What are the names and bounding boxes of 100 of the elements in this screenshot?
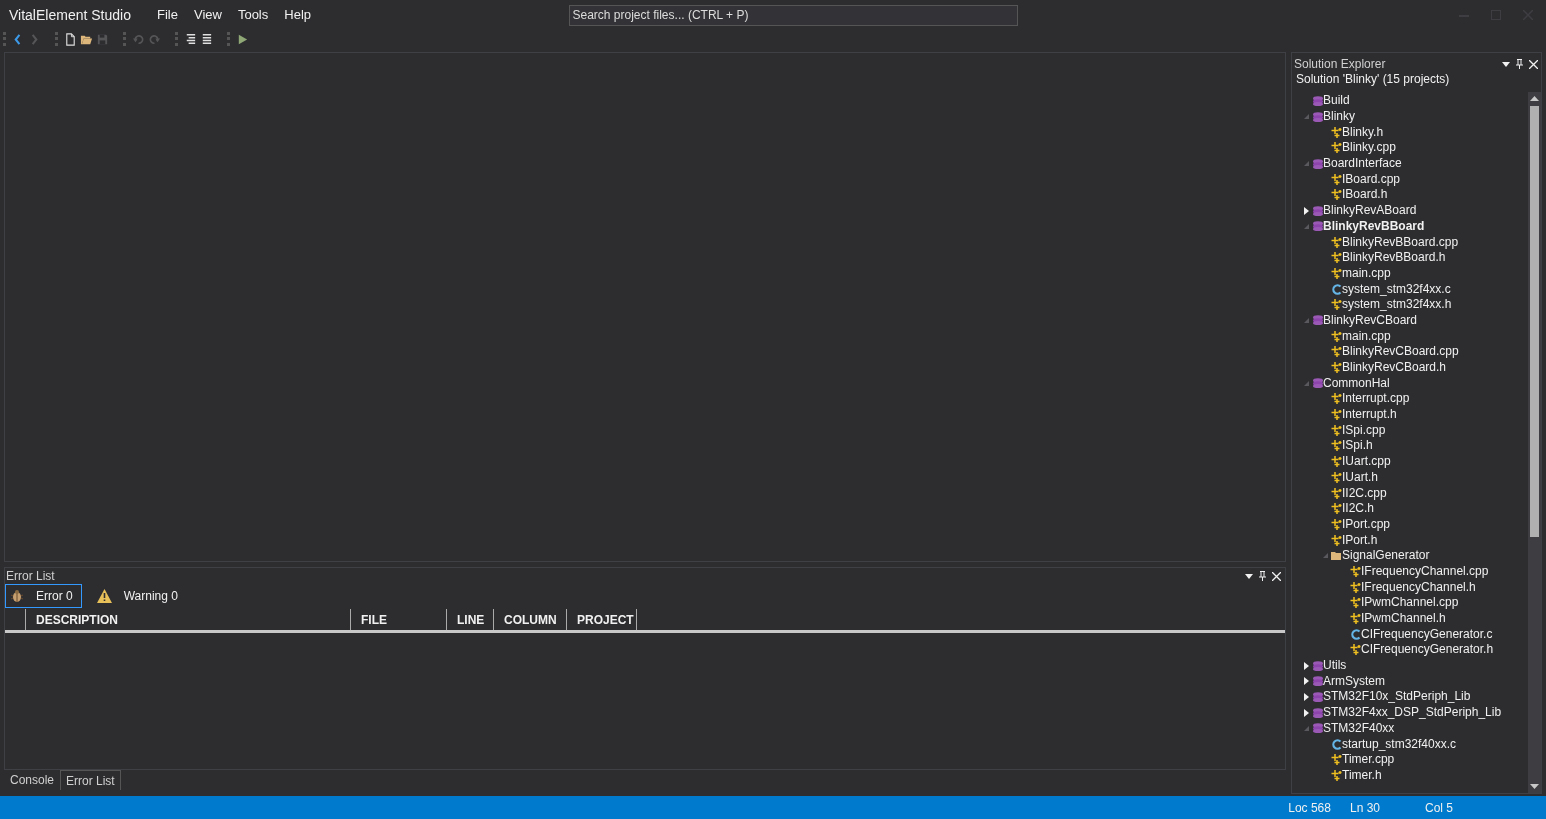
project-icon [1312, 221, 1323, 232]
tree-item[interactable]: main.cpp [1342, 328, 1391, 344]
tree-item[interactable]: startup_stm32f40xx.c [1342, 736, 1457, 752]
source-file-icon [1331, 236, 1342, 248]
project-icon [1312, 378, 1323, 389]
tree-item[interactable]: II2C.h [1342, 501, 1374, 517]
project-icon [1312, 707, 1323, 718]
project-icon [1312, 111, 1323, 122]
collapsed-arrow-icon[interactable] [1303, 206, 1309, 215]
filter-button[interactable]: Warning 0 [91, 584, 187, 608]
source-file-icon [1331, 267, 1342, 279]
pin-icon[interactable] [1516, 59, 1523, 69]
tree-item[interactable]: ISpi.cpp [1342, 422, 1386, 438]
dropdown-icon[interactable] [1245, 573, 1253, 579]
source-file-icon [1331, 330, 1342, 342]
menu-item[interactable]: Tools [237, 5, 269, 25]
bug-icon [10, 589, 24, 603]
menu-item[interactable]: View [193, 5, 222, 25]
tree-item[interactable]: IPort.h [1342, 532, 1378, 548]
source-file-icon [1350, 597, 1361, 609]
tree-item[interactable]: BlinkyRevCBoard [1323, 312, 1418, 328]
pin-icon[interactable] [1259, 571, 1266, 581]
column-header[interactable]: FILE [351, 609, 447, 630]
scroll-down-icon[interactable] [1530, 784, 1539, 789]
scroll-up-icon[interactable] [1530, 96, 1539, 101]
tree-item[interactable]: system_stm32f4xx.c [1342, 281, 1451, 297]
tree-item[interactable]: IFrequencyChannel.h [1361, 579, 1476, 595]
project-icon [1312, 205, 1323, 216]
window-title: VitalElement Studio [9, 5, 132, 25]
source-file-icon [1331, 126, 1342, 138]
collapsed-arrow-icon[interactable] [1303, 677, 1309, 686]
collapsed-arrow-icon[interactable] [1303, 708, 1309, 717]
tree-item[interactable]: Interrupt.h [1342, 407, 1397, 423]
tree-item[interactable]: STM32F4xx_DSP_StdPeriph_Lib [1323, 705, 1502, 721]
source-file-icon [1331, 252, 1342, 264]
collapsed-arrow-icon[interactable] [1303, 661, 1309, 670]
c-file-icon [1331, 738, 1342, 750]
source-file-icon [1331, 142, 1342, 154]
tree-item[interactable]: Timer.h [1342, 767, 1382, 783]
lines-icon[interactable] [184, 32, 197, 46]
tree-item[interactable]: Timer.cpp [1342, 752, 1395, 768]
play-icon[interactable] [236, 32, 249, 46]
dropdown-icon[interactable] [1502, 61, 1510, 67]
filter-button[interactable]: Error 0 [5, 584, 82, 608]
tree-item[interactable]: IUart.h [1342, 469, 1378, 485]
column-header[interactable]: DESCRIPTION [26, 609, 351, 630]
tree-item[interactable]: Blinky.cpp [1342, 140, 1396, 156]
tree-item[interactable]: IFrequencyChannel.cpp [1361, 563, 1489, 579]
column-header[interactable]: PROJECT [567, 609, 637, 630]
tree-item[interactable]: IPwmChannel.h [1361, 611, 1446, 627]
tree-item[interactable]: Blinky [1323, 109, 1355, 125]
project-icon [1312, 723, 1323, 734]
source-file-icon [1331, 503, 1342, 515]
search-field[interactable]: Search project files... (CTRL + P) [568, 4, 1018, 26]
project-icon [1312, 691, 1323, 702]
tree-item[interactable]: BlinkyRevABoard [1323, 203, 1417, 219]
tree-item[interactable]: SignalGenerator [1342, 548, 1430, 564]
status-text: Ln 30 [1349, 799, 1380, 817]
collapsed-arrow-icon[interactable] [1303, 692, 1309, 701]
tree-item[interactable]: IUart.cpp [1342, 454, 1391, 470]
scrollbar[interactable] [1528, 92, 1541, 793]
column-header[interactable]: COLUMN [494, 609, 567, 630]
tree-item[interactable]: BlinkyRevBBoard.cpp [1342, 234, 1459, 250]
tree-item[interactable]: BoardInterface [1323, 156, 1402, 172]
tree-item[interactable]: Blinky.h [1342, 124, 1384, 140]
column-header[interactable]: LINE [447, 609, 494, 630]
panel-tab[interactable]: Console [4, 770, 61, 790]
tree-item[interactable]: CIFrequencyGenerator.h [1361, 642, 1494, 658]
tree-item[interactable]: II2C.cpp [1342, 485, 1387, 501]
new-file-icon[interactable] [64, 32, 77, 46]
project-icon [1312, 315, 1323, 326]
tree-item[interactable]: BlinkyRevCBoard.cpp [1342, 344, 1459, 360]
tree-item[interactable]: main.cpp [1342, 265, 1391, 281]
tree-item[interactable]: Utils [1323, 658, 1347, 674]
panel-title: Error List [6, 568, 56, 585]
tree-item[interactable]: STM32F40xx [1323, 720, 1395, 736]
source-file-icon [1331, 534, 1342, 546]
tree-item[interactable]: ISpi.h [1342, 438, 1373, 454]
tree-item[interactable]: Interrupt.cpp [1342, 391, 1410, 407]
c-file-icon [1350, 628, 1361, 640]
tree-item[interactable]: BlinkyRevBBoard.h [1342, 250, 1446, 266]
menu-item[interactable]: Help [284, 5, 311, 25]
folder-icon [1331, 551, 1342, 561]
tree-item[interactable]: system_stm32f4xx.h [1342, 297, 1452, 313]
lines-icon[interactable] [200, 32, 213, 46]
tree-item[interactable]: IBoard.cpp [1342, 171, 1401, 187]
tree-item[interactable]: IPort.cpp [1342, 516, 1391, 532]
tree-item[interactable]: ArmSystem [1323, 673, 1385, 689]
tree-item[interactable]: BlinkyRevBBoard [1323, 218, 1425, 234]
menu-item[interactable]: File [157, 5, 178, 25]
tree-item[interactable]: Build [1323, 93, 1350, 109]
tree-item[interactable]: IPwmChannel.cpp [1361, 595, 1459, 611]
tree-item[interactable]: IBoard.h [1342, 187, 1388, 203]
solution-label: Solution 'Blinky' (15 projects) [1295, 72, 1450, 88]
tree-item[interactable]: STM32F10x_StdPeriph_Lib [1323, 689, 1471, 705]
scroll-thumb[interactable] [1530, 106, 1539, 537]
tree-item[interactable]: CIFrequencyGenerator.c [1361, 626, 1493, 642]
tree-item[interactable]: CommonHal [1323, 375, 1390, 391]
tree-item[interactable]: BlinkyRevCBoard.h [1342, 360, 1447, 376]
panel-tab[interactable]: Error List [60, 770, 121, 790]
